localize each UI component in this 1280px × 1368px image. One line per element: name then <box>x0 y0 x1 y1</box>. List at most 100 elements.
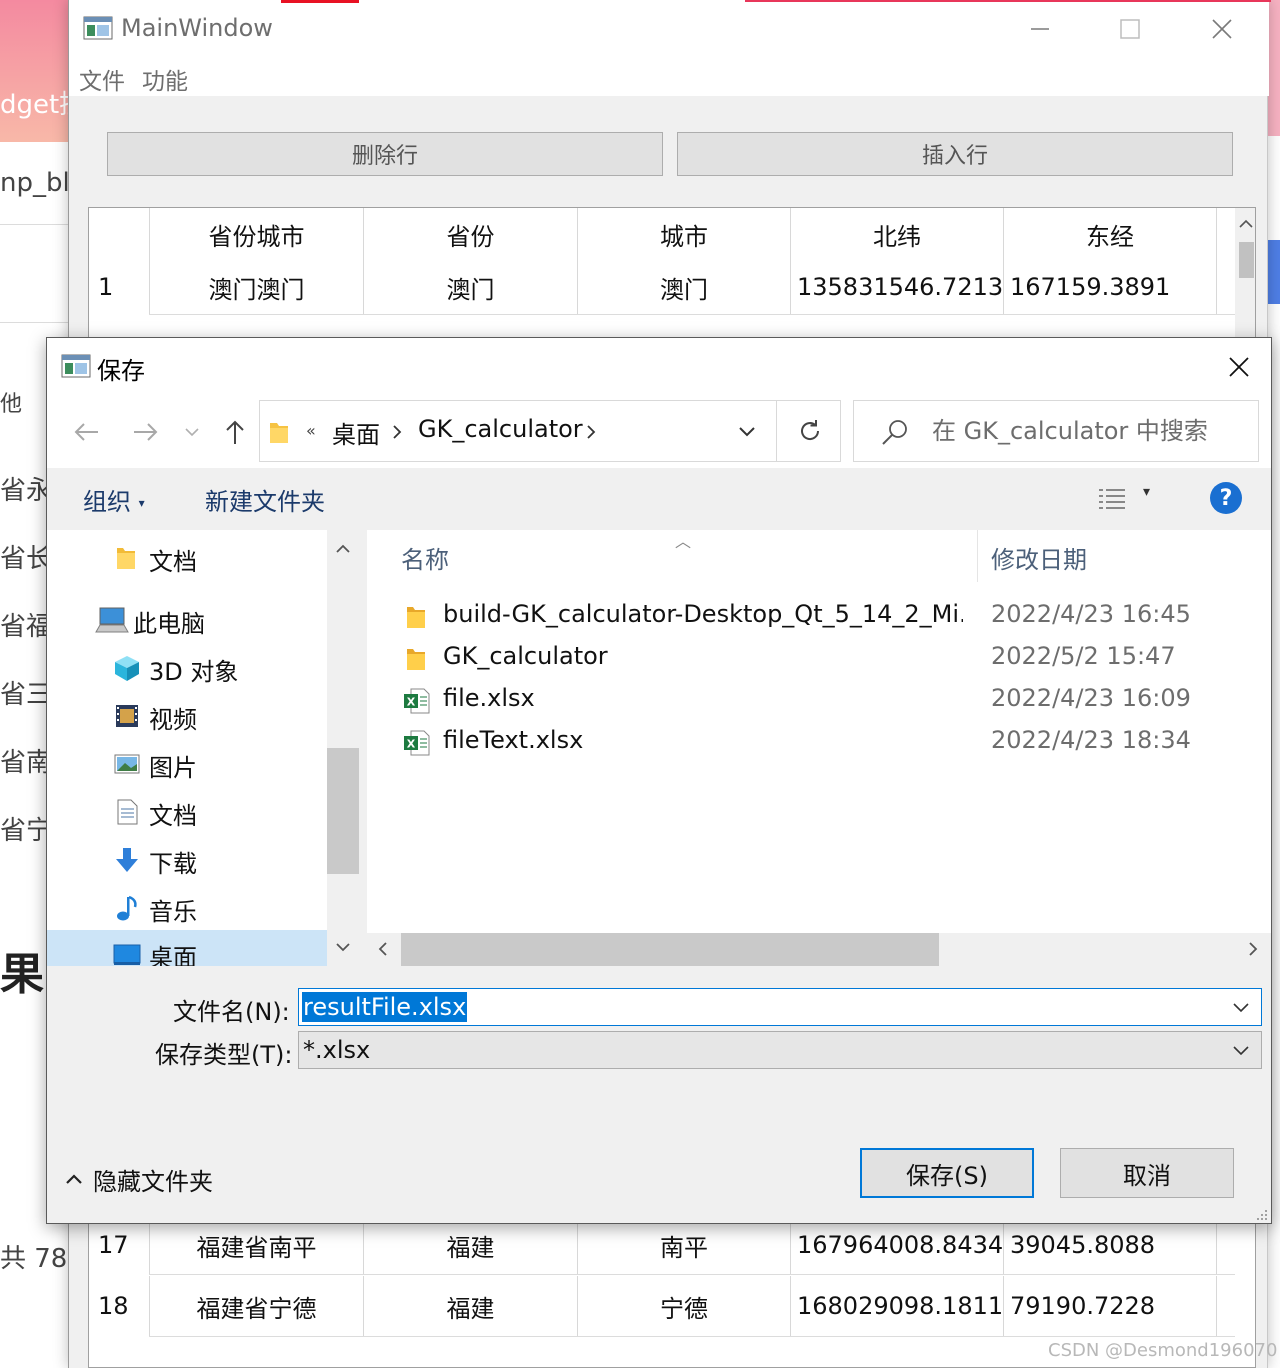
search-box[interactable] <box>853 400 1259 462</box>
dialog-close-button[interactable] <box>1211 342 1267 392</box>
minimize-button[interactable] <box>1017 8 1063 50</box>
nav-item-pictures[interactable]: 图片 <box>47 740 327 786</box>
save-button[interactable]: 保存(S) <box>860 1148 1034 1198</box>
column-header[interactable]: 北纬 <box>791 208 1004 260</box>
table-cell[interactable]: 79190.7228 <box>1004 1276 1217 1336</box>
file-list-item[interactable]: build-GK_calculator-Desktop_Qt_5_14_2_Mi… <box>367 596 1271 638</box>
refresh-icon <box>800 420 819 440</box>
maximize-button[interactable] <box>1107 8 1153 50</box>
table-cell[interactable]: 福建省宁德 <box>150 1276 364 1336</box>
nav-item-documents[interactable]: 文档 <box>47 788 327 834</box>
menu-file[interactable]: 文件 <box>79 62 125 96</box>
row-number[interactable]: 1 <box>89 260 150 314</box>
chevron-down-icon[interactable] <box>1229 995 1253 1019</box>
table-row[interactable]: 17 福建省南平 福建 南平 167964008.8434 39045.8088 <box>89 1216 1235 1274</box>
nav-item-music[interactable]: 音乐 <box>47 884 327 930</box>
scroll-thumb[interactable] <box>1239 242 1254 278</box>
nav-item-this-pc[interactable]: 此电脑 <box>47 596 327 642</box>
column-header[interactable]: 东经 <box>1004 208 1217 260</box>
address-bar[interactable]: « 桌面 GK_calculator <box>259 400 841 462</box>
watermark: CSDN @Desmond196070 <box>1048 1340 1278 1361</box>
row-number[interactable]: 18 <box>89 1276 150 1336</box>
up-button[interactable] <box>215 412 255 452</box>
breadcrumb-item[interactable]: 桌面 <box>332 415 380 450</box>
table-cell[interactable]: 168029098.1811 <box>791 1276 1004 1336</box>
nav-item-label: 桌面 <box>149 944 197 966</box>
row-header-corner[interactable] <box>89 208 150 260</box>
table-cell[interactable]: 167159.3891 <box>1004 260 1217 314</box>
table-cell[interactable]: 167964008.8434 <box>791 1216 1004 1274</box>
column-header-date[interactable]: 修改日期 <box>991 540 1087 575</box>
help-icon[interactable]: ? <box>1210 482 1242 514</box>
forward-button[interactable] <box>125 412 165 452</box>
menu-function[interactable]: 功能 <box>142 62 188 96</box>
table-row[interactable]: 18 福建省宁德 福建 宁德 168029098.1811 79190.7228 <box>89 1276 1235 1336</box>
insert-row-button[interactable]: 插入行 <box>677 132 1233 176</box>
scroll-up-button[interactable] <box>327 532 359 564</box>
scroll-thumb[interactable] <box>401 933 939 966</box>
nav-item-downloads[interactable]: 下载 <box>47 836 327 882</box>
column-header[interactable]: 省份 <box>364 208 578 260</box>
column-header[interactable]: 城市 <box>578 208 791 260</box>
navigation-pane-scrollbar[interactable] <box>327 530 359 966</box>
chevron-right-icon[interactable] <box>392 425 402 439</box>
file-date: 2022/4/23 16:09 <box>991 684 1191 712</box>
table-cell[interactable]: 福建省南平 <box>150 1216 364 1274</box>
file-list-item[interactable]: GK_calculator 2022/5/2 15:47 <box>367 638 1271 680</box>
svg-text:X: X <box>407 738 416 751</box>
hide-folders-toggle[interactable]: 隐藏文件夹 <box>65 1160 213 1198</box>
table-cell[interactable]: 南平 <box>578 1216 791 1274</box>
nav-item-label: 图片 <box>149 754 197 782</box>
view-options-dropdown[interactable]: ▾ <box>1143 484 1150 500</box>
file-list-item[interactable]: X file.xlsx 2022/4/23 16:09 <box>367 680 1271 722</box>
main-window-title: MainWindow <box>121 14 273 42</box>
file-list-item[interactable]: X fileText.xlsx 2022/4/23 18:34 <box>367 722 1271 764</box>
table-cell[interactable]: 宁德 <box>578 1276 791 1336</box>
scroll-down-button[interactable] <box>327 932 359 964</box>
excel-icon: X <box>404 688 430 714</box>
view-details-icon[interactable] <box>1097 486 1127 512</box>
nav-item-documents-pinned[interactable]: 文档 <box>47 534 327 580</box>
breadcrumb-item[interactable]: GK_calculator <box>418 415 583 443</box>
table-cell[interactable]: 澳门澳门 <box>150 260 364 314</box>
file-list-hscrollbar[interactable] <box>367 933 1271 966</box>
column-separator[interactable] <box>977 530 978 582</box>
table-cell[interactable]: 福建 <box>364 1216 578 1274</box>
column-header-name[interactable]: 名称 <box>401 540 449 575</box>
search-input[interactable] <box>932 411 1252 451</box>
breadcrumb-overflow[interactable]: « <box>306 421 316 440</box>
chevron-right-icon[interactable] <box>586 425 596 439</box>
column-header[interactable]: 省份城市 <box>150 208 364 260</box>
table-cell[interactable]: 澳门 <box>364 260 578 314</box>
resize-grip-icon[interactable] <box>1253 1206 1269 1222</box>
address-dropdown[interactable] <box>730 415 764 449</box>
filetype-select[interactable]: *.xlsx <box>298 1031 1262 1069</box>
table-cell[interactable]: 福建 <box>364 1276 578 1336</box>
nav-item-desktop[interactable]: 桌面 <box>47 930 327 966</box>
scroll-right-button[interactable] <box>1237 933 1269 965</box>
back-button[interactable] <box>67 412 107 452</box>
delete-row-button[interactable]: 删除行 <box>107 132 663 176</box>
nav-item-videos[interactable]: 视频 <box>47 692 327 738</box>
refresh-button[interactable] <box>776 401 842 461</box>
table-row[interactable]: 1 澳门澳门 澳门 澳门 135831546.7213 167159.3891 <box>89 260 1235 314</box>
scroll-thumb[interactable] <box>327 748 359 874</box>
navigation-pane: 文档 此电脑 3D 对象 视频 图片 文档 下载 音乐 桌面 <box>47 530 327 966</box>
new-folder-button[interactable]: 新建文件夹 <box>205 482 325 517</box>
excel-icon: X <box>404 730 430 756</box>
recent-locations-button[interactable] <box>173 412 211 452</box>
computer-icon <box>95 607 129 633</box>
table-cell[interactable]: 澳门 <box>578 260 791 314</box>
nav-item-3d-objects[interactable]: 3D 对象 <box>47 644 327 690</box>
row-number[interactable]: 17 <box>89 1216 150 1274</box>
table-cell[interactable]: 39045.8088 <box>1004 1216 1217 1274</box>
close-button[interactable] <box>1199 8 1245 50</box>
filename-input[interactable]: resultFile.xlsx <box>298 988 1262 1026</box>
organize-button[interactable]: 组织 ▾ <box>83 482 145 517</box>
caret-down-icon: ▾ <box>138 496 145 510</box>
filetype-value: *.xlsx <box>303 1036 371 1064</box>
scroll-left-button[interactable] <box>367 933 399 965</box>
file-date: 2022/5/2 15:47 <box>991 642 1176 670</box>
table-cell[interactable]: 135831546.7213 <box>791 260 1004 314</box>
cancel-button[interactable]: 取消 <box>1060 1148 1234 1198</box>
